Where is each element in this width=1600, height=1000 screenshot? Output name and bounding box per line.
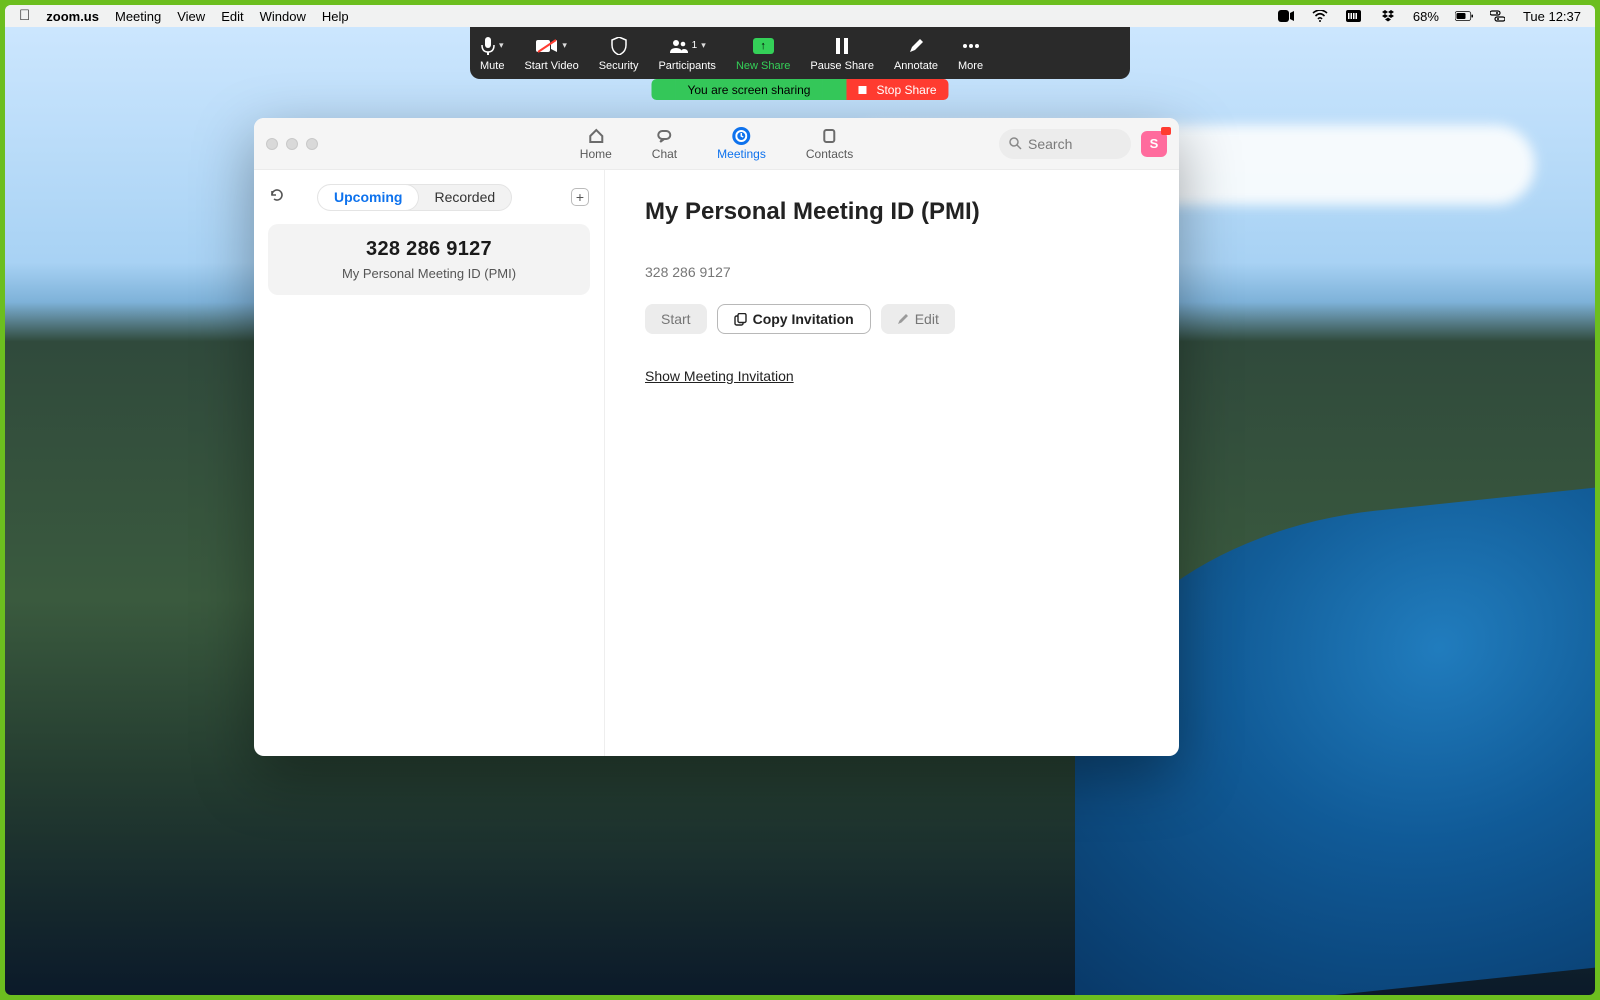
battery-percent-text: 68% [1413, 9, 1439, 24]
tab-home[interactable]: Home [580, 127, 612, 161]
control-center-icon[interactable] [1489, 7, 1507, 25]
more-button[interactable]: More [948, 27, 993, 79]
tab-meetings[interactable]: Meetings [717, 127, 766, 161]
start-video-label: Start Video [524, 60, 578, 72]
desktop-wallpaper:  zoom.us Meeting View Edit Window Help … [5, 5, 1595, 995]
zoom-nav-tabs: Home Chat Meetings Contacts [580, 118, 853, 169]
meeting-detail-pane: My Personal Meeting ID (PMI) 328 286 912… [605, 170, 1179, 756]
tab-contacts[interactable]: Contacts [806, 127, 853, 161]
clock-icon [733, 127, 751, 145]
share-up-arrow-icon: ↑ [753, 38, 774, 54]
profile-avatar[interactable]: S [1141, 131, 1167, 157]
pencil-icon [908, 38, 924, 54]
add-meeting-button[interactable]: + [571, 188, 589, 206]
meeting-detail-title: My Personal Meeting ID (PMI) [645, 198, 1139, 226]
participants-button[interactable]: 1 ▾ Participants [648, 27, 725, 79]
security-button[interactable]: Security [589, 27, 649, 79]
pencil-icon [897, 313, 909, 325]
share-status-bar: You are screen sharing Stop Share [651, 79, 948, 100]
battery-icon[interactable] [1455, 7, 1473, 25]
wifi-icon[interactable] [1311, 7, 1329, 25]
apple-menu-icon[interactable]:  [19, 5, 30, 27]
search-placeholder: Search [1028, 136, 1072, 152]
participants-icon [669, 38, 689, 54]
chevron-down-icon[interactable]: ▾ [499, 40, 504, 51]
edit-label: Edit [915, 311, 939, 327]
stop-share-button[interactable]: Stop Share [846, 79, 948, 100]
tab-meetings-label: Meetings [717, 147, 766, 161]
menubar-edit[interactable]: Edit [221, 9, 243, 24]
meeting-card-subtitle: My Personal Meeting ID (PMI) [278, 266, 580, 281]
menubar-app-icon[interactable] [1345, 7, 1363, 25]
pause-share-button[interactable]: Pause Share [800, 27, 884, 79]
start-meeting-button[interactable]: Start [645, 304, 707, 334]
menubar-help[interactable]: Help [322, 9, 349, 24]
start-video-button[interactable]: ▾ Start Video [514, 27, 588, 79]
edit-meeting-button[interactable]: Edit [881, 304, 955, 334]
zoom-titlebar: Home Chat Meetings Contacts [254, 118, 1179, 170]
microphone-icon [481, 37, 495, 55]
more-label: More [958, 60, 983, 72]
search-input[interactable]: Search [999, 129, 1131, 159]
macos-menubar:  zoom.us Meeting View Edit Window Help … [5, 5, 1595, 27]
menubar-app-name[interactable]: zoom.us [46, 9, 99, 24]
tab-home-label: Home [580, 147, 612, 161]
menubar-window[interactable]: Window [260, 9, 306, 24]
menubar-clock[interactable]: Tue 12:37 [1523, 9, 1581, 24]
security-label: Security [599, 60, 639, 72]
participants-label: Participants [658, 60, 715, 72]
window-traffic-lights[interactable] [266, 138, 318, 150]
menubar-view[interactable]: View [177, 9, 205, 24]
mute-button[interactable]: ▾ Mute [470, 27, 514, 79]
mute-label: Mute [480, 60, 504, 72]
meeting-filter-segmented: Upcoming Recorded [317, 184, 512, 211]
share-status-audio-icon[interactable] [651, 79, 675, 100]
contacts-icon [821, 127, 839, 145]
show-invitation-link[interactable]: Show Meeting Invitation [645, 368, 1139, 384]
tab-chat-label: Chat [652, 147, 677, 161]
meetings-left-pane: Upcoming Recorded + 328 286 9127 My Pers… [254, 170, 605, 756]
meeting-card-pmi[interactable]: 328 286 9127 My Personal Meeting ID (PMI… [268, 224, 590, 295]
chat-icon [655, 127, 673, 145]
segment-upcoming[interactable]: Upcoming [318, 185, 418, 210]
annotate-label: Annotate [894, 60, 938, 72]
chevron-down-icon[interactable]: ▾ [562, 40, 567, 51]
new-share-button[interactable]: ↑ New Share [726, 27, 800, 79]
camera-status-icon[interactable] [1277, 7, 1295, 25]
meeting-card-id: 328 286 9127 [278, 238, 580, 261]
tab-contacts-label: Contacts [806, 147, 853, 161]
menubar-meeting[interactable]: Meeting [115, 9, 161, 24]
refresh-button[interactable] [269, 187, 289, 207]
stop-icon [858, 86, 866, 94]
video-off-icon [536, 39, 558, 53]
avatar-initial: S [1150, 136, 1159, 151]
share-status-text: You are screen sharing [675, 79, 822, 100]
segment-recorded[interactable]: Recorded [418, 185, 511, 210]
copy-icon [734, 313, 747, 326]
annotate-button[interactable]: Annotate [884, 27, 948, 79]
copy-invitation-button[interactable]: Copy Invitation [717, 304, 871, 334]
shield-icon [611, 37, 627, 55]
pause-share-label: Pause Share [810, 60, 874, 72]
dropbox-icon[interactable] [1379, 7, 1397, 25]
zoom-main-window: Home Chat Meetings Contacts [254, 118, 1179, 756]
participants-count: 1 [692, 40, 698, 51]
pause-icon [835, 38, 849, 54]
tab-chat[interactable]: Chat [652, 127, 677, 161]
copy-label: Copy Invitation [753, 311, 854, 327]
stop-share-label: Stop Share [876, 83, 936, 97]
new-share-label: New Share [736, 60, 790, 72]
chevron-down-icon[interactable]: ▾ [701, 40, 706, 51]
zoom-share-controls: ▾ Mute ▾ Start Video Security 1 ▾ Partic… [470, 27, 1130, 79]
start-label: Start [661, 311, 691, 327]
search-icon [1009, 137, 1022, 150]
share-status-shield-icon[interactable] [822, 79, 846, 100]
ellipsis-icon [962, 43, 980, 49]
home-icon [587, 127, 605, 145]
meeting-detail-id: 328 286 9127 [645, 264, 1139, 280]
